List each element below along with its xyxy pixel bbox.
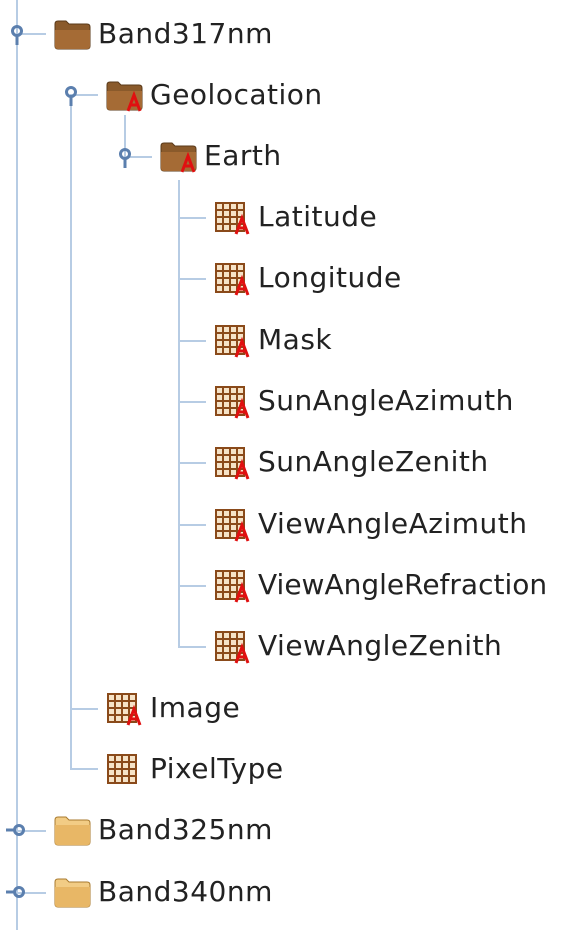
tree-node-label: Band317nm xyxy=(98,17,273,50)
dataset-attribute-icon xyxy=(212,444,252,480)
tree-node-label: Image xyxy=(150,691,241,724)
tree-node-band325nm[interactable]: Band325nm xyxy=(52,805,273,855)
tree-connector-line xyxy=(178,401,206,403)
folder-closed-icon xyxy=(52,812,92,848)
dataset-attribute-icon xyxy=(104,690,144,726)
tree-node-label: Mask xyxy=(258,323,333,356)
tree-node-band317nm[interactable]: Band317nm xyxy=(52,9,273,59)
collapse-toggle-earth[interactable] xyxy=(116,147,136,169)
tree-node-label: SunAngleAzimuth xyxy=(258,384,514,417)
tree-connector-line xyxy=(70,768,98,770)
tree-node-label: Band325nm xyxy=(98,813,273,846)
tree-connector-line xyxy=(16,0,18,930)
dataset-attribute-icon xyxy=(212,506,252,542)
dataset-attribute-icon xyxy=(212,567,252,603)
tree-node-latitude[interactable]: Latitude xyxy=(212,192,377,242)
dataset-attribute-icon xyxy=(212,322,252,358)
dataset-attribute-icon xyxy=(212,260,252,296)
tree-node-label: Latitude xyxy=(258,200,378,233)
tree-node-label: PixelType xyxy=(150,752,284,785)
tree-connector-line xyxy=(178,524,206,526)
expand-toggle-band340[interactable] xyxy=(4,882,25,904)
tree-node-label: ViewAngleRefraction xyxy=(258,568,548,601)
collapse-toggle-geolocation[interactable] xyxy=(62,85,82,107)
folder-closed-icon xyxy=(52,874,92,910)
tree-connector-line xyxy=(178,462,206,464)
tree-node-label: Band340nm xyxy=(98,875,273,908)
tree-connector-line xyxy=(70,95,72,768)
folder-open-attribute-icon xyxy=(158,138,198,174)
tree-node-geolocation[interactable]: Geolocation xyxy=(104,70,323,120)
tree-connector-line xyxy=(178,585,206,587)
dataset-attribute-icon xyxy=(212,628,252,664)
tree-node-label: Geolocation xyxy=(150,78,323,111)
tree-node-viewanglerefraction[interactable]: ViewAngleRefraction xyxy=(212,560,547,610)
tree-node-label: ViewAngleZenith xyxy=(258,629,503,662)
tree-connector-line xyxy=(178,646,206,648)
dataset-attribute-icon xyxy=(212,383,252,419)
folder-open-icon xyxy=(52,16,92,52)
tree-node-label: Earth xyxy=(204,139,282,172)
tree-node-band340nm[interactable]: Band340nm xyxy=(52,867,273,917)
tree-connector-line xyxy=(178,217,206,219)
expand-toggle-band325[interactable] xyxy=(4,820,25,842)
tree-node-label: Longitude xyxy=(258,261,402,294)
tree-node-image[interactable]: Image xyxy=(104,683,240,733)
file-tree: Band317nm Geolocation Earth Latitude Lon… xyxy=(0,0,581,930)
tree-node-label: ViewAngleAzimuth xyxy=(258,507,528,540)
collapse-toggle-band317[interactable] xyxy=(8,24,28,46)
dataset-icon xyxy=(104,751,144,787)
tree-node-label: SunAngleZenith xyxy=(258,445,489,478)
tree-connector-line xyxy=(178,278,206,280)
tree-connector-line xyxy=(178,180,180,646)
tree-node-longitude[interactable]: Longitude xyxy=(212,253,402,303)
tree-node-sunangleazimuth[interactable]: SunAngleAzimuth xyxy=(212,376,514,426)
tree-node-pixeltype[interactable]: PixelType xyxy=(104,744,284,794)
tree-node-mask[interactable]: Mask xyxy=(212,315,332,365)
tree-node-earth[interactable]: Earth xyxy=(158,131,282,181)
tree-connector-line xyxy=(70,708,98,710)
dataset-attribute-icon xyxy=(212,199,252,235)
folder-open-attribute-icon xyxy=(104,77,144,113)
tree-node-sunanglezenith[interactable]: SunAngleZenith xyxy=(212,437,489,487)
tree-node-viewangleazimuth[interactable]: ViewAngleAzimuth xyxy=(212,499,528,549)
tree-connector-line xyxy=(178,340,206,342)
tree-node-viewanglezenith[interactable]: ViewAngleZenith xyxy=(212,621,502,671)
